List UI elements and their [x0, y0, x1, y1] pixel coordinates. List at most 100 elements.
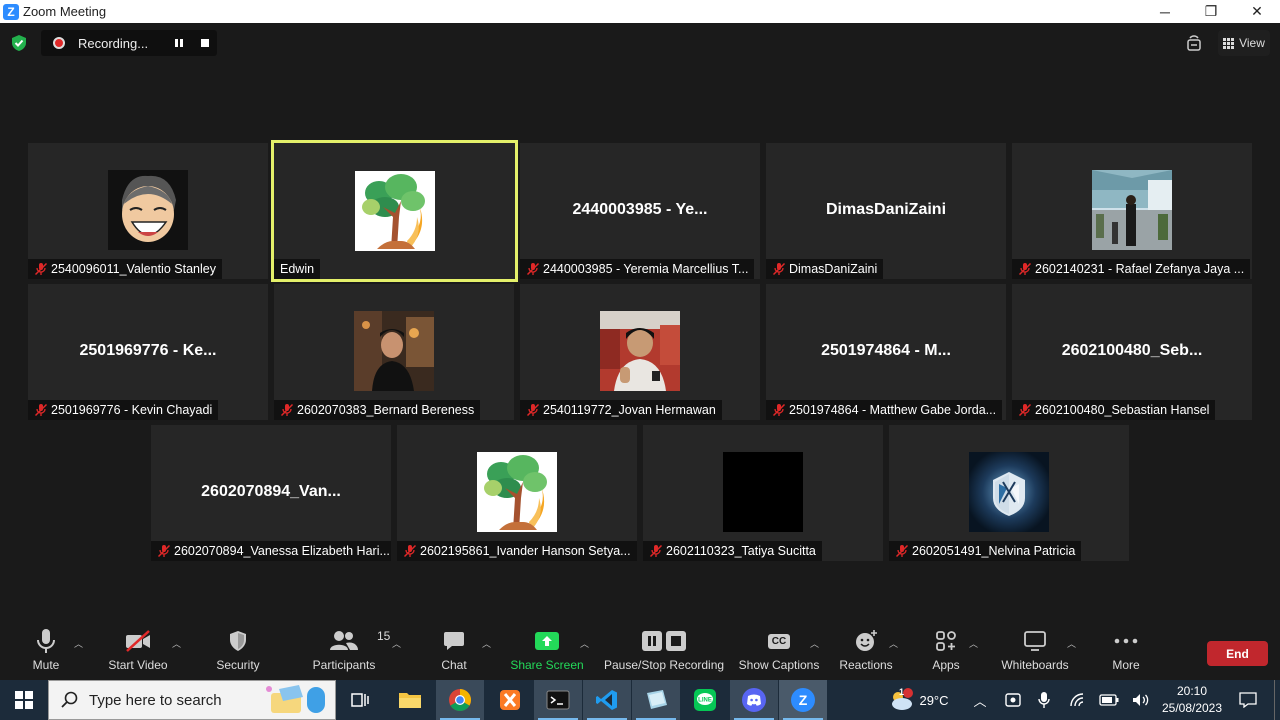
- mic-muted-icon: [157, 544, 171, 558]
- tray-battery-button[interactable]: [1098, 680, 1120, 720]
- tray-app-button[interactable]: [1002, 680, 1024, 720]
- weather-widget[interactable]: 1 29°C: [882, 680, 954, 720]
- video-options-caret-icon[interactable]: ︿: [172, 637, 181, 650]
- chat-options-caret-icon[interactable]: ︿: [482, 637, 491, 650]
- tray-wifi-button[interactable]: [1068, 680, 1088, 720]
- participant-display-name: 2440003985 - Ye...: [572, 201, 708, 218]
- tray-microphone-icon: [1038, 692, 1050, 708]
- whiteboard-icon: [1024, 631, 1046, 651]
- terminal-app[interactable]: [534, 680, 582, 720]
- participant-tile[interactable]: 2540096011_Valentio Stanley: [28, 143, 268, 279]
- search-icon: [61, 691, 78, 708]
- minimize-button[interactable]: ─: [1142, 0, 1188, 23]
- chat-icon: [444, 632, 464, 650]
- participant-tile[interactable]: 2440003985 - Ye... 2440003985 - Yeremia M…: [520, 143, 760, 279]
- taskbar-search-box[interactable]: Type here to search: [48, 680, 336, 720]
- file-explorer-app[interactable]: [386, 680, 434, 720]
- zoom-app[interactable]: Z: [779, 680, 827, 720]
- microphone-icon: [37, 629, 55, 653]
- reactions-options-caret-icon[interactable]: ︿: [889, 637, 898, 650]
- participant-tile[interactable]: 2501969776 - Ke... 2501969776 - Kevin Cha…: [28, 284, 268, 420]
- svg-text:Z: Z: [799, 692, 808, 708]
- participants-options-caret-icon[interactable]: ︿: [392, 637, 401, 650]
- task-view-button[interactable]: [336, 680, 384, 720]
- close-button[interactable]: ✕: [1234, 0, 1280, 23]
- line-app[interactable]: LINE: [681, 680, 729, 720]
- window-titlebar: Z Zoom Meeting ─ ❐ ✕: [0, 0, 1280, 23]
- participant-name: Edwin: [280, 262, 315, 276]
- stop-recording-button[interactable]: [201, 39, 209, 47]
- reactions-button[interactable]: Reactions: [838, 625, 894, 680]
- show-desktop-button[interactable]: [1274, 680, 1280, 720]
- meeting-toolbar: Mute ︿ Start Video ︿ Security 15 Partici…: [0, 625, 1280, 680]
- mute-button[interactable]: Mute: [26, 625, 66, 680]
- participant-tile[interactable]: DimasDaniZaini DimasDaniZaini: [766, 143, 1006, 279]
- participant-tile[interactable]: 2602195861_Ivander Hanson Setya...: [397, 425, 637, 561]
- mic-muted-icon: [1018, 403, 1032, 417]
- pause-recording-button[interactable]: [175, 39, 183, 47]
- captions-cc-icon: CC: [767, 633, 791, 649]
- start-video-button[interactable]: Start Video: [104, 625, 172, 680]
- share-screen-button[interactable]: Share Screen: [510, 625, 584, 680]
- participant-tile[interactable]: 2602070383_Bernard Bereness: [274, 284, 514, 420]
- participant-tile[interactable]: 2602051491_Nelvina Patricia: [889, 425, 1129, 561]
- whiteboards-button[interactable]: Whiteboards: [996, 625, 1074, 680]
- vscode-icon: [596, 690, 617, 710]
- pause-stop-recording-label: Pause/Stop Recording: [603, 658, 725, 672]
- participant-name-label: 2602070383_Bernard Bereness: [274, 400, 481, 420]
- pause-stop-recording-button[interactable]: Pause/Stop Recording: [604, 625, 724, 680]
- participant-tile[interactable]: 2501974864 - M... 2501974864 - Matthew Ga…: [766, 284, 1006, 420]
- notes-icon: [647, 690, 667, 709]
- security-button[interactable]: Security: [214, 625, 262, 680]
- participant-tile[interactable]: 2602100480_Seb... 2602100480_Sebastian Ha…: [1012, 284, 1252, 420]
- participant-name: 2540096011_Valentio Stanley: [51, 262, 216, 276]
- participant-name-label: 2602195861_Ivander Hanson Setya...: [397, 541, 637, 561]
- show-hidden-icons-button[interactable]: ︿: [970, 680, 990, 720]
- mute-label: Mute: [32, 658, 60, 672]
- weather-temperature: 29°C: [919, 692, 949, 708]
- participant-name: 2602070894_Vanessa Elizabeth Hari...: [174, 544, 390, 558]
- whiteboards-options-caret-icon[interactable]: ︿: [1067, 637, 1076, 650]
- start-button[interactable]: [0, 680, 48, 720]
- notifications-button[interactable]: [1236, 680, 1260, 720]
- more-button[interactable]: More: [1106, 625, 1146, 680]
- chat-button[interactable]: Chat: [434, 625, 474, 680]
- start-video-label: Start Video: [108, 658, 168, 672]
- tray-microphone-button[interactable]: [1034, 680, 1054, 720]
- mic-muted-icon: [1018, 262, 1032, 276]
- participant-tile[interactable]: 2602140231 - Rafael Zefanya Jaya ...: [1012, 143, 1252, 279]
- mute-options-caret-icon[interactable]: ︿: [74, 637, 83, 650]
- participants-button[interactable]: 15 Participants: [310, 625, 391, 680]
- captions-options-caret-icon[interactable]: ︿: [810, 637, 819, 650]
- participant-tile[interactable]: 2602070894_Van... 2602070894_Vanessa Eliz…: [151, 425, 391, 561]
- encryption-shield-icon[interactable]: [10, 34, 28, 52]
- participant-tile[interactable]: Edwin: [271, 140, 518, 282]
- chat-label: Chat: [441, 658, 467, 672]
- participants-count: 15: [377, 629, 391, 643]
- participant-display-name: DimasDaniZaini: [825, 201, 947, 218]
- reactions-smiley-icon: [856, 630, 877, 651]
- view-button[interactable]: View: [1218, 30, 1270, 56]
- end-meeting-button[interactable]: End: [1207, 641, 1268, 666]
- share-screen-icon: [535, 632, 559, 650]
- participant-tile[interactable]: 2540119772_Jovan Hermawan: [520, 284, 760, 420]
- xampp-app[interactable]: [486, 680, 534, 720]
- participant-tile[interactable]: 2602110323_Tatiya Sucitta: [643, 425, 883, 561]
- taskbar-clock[interactable]: 20:10 25/08/2023: [1158, 683, 1226, 717]
- show-captions-button[interactable]: CC Show Captions: [737, 625, 821, 680]
- immersive-view-icon[interactable]: [1185, 34, 1203, 52]
- mic-muted-icon: [34, 262, 48, 276]
- discord-app[interactable]: [730, 680, 778, 720]
- notes-app[interactable]: [632, 680, 680, 720]
- apps-options-caret-icon[interactable]: ︿: [969, 637, 978, 650]
- participant-name-label: 2501969776 - Kevin Chayadi: [28, 400, 219, 420]
- vscode-app[interactable]: [583, 680, 631, 720]
- chrome-app[interactable]: [436, 680, 484, 720]
- svg-text:LINE: LINE: [698, 698, 712, 704]
- discord-icon: [742, 688, 766, 712]
- maximize-button[interactable]: ❐: [1188, 0, 1234, 23]
- share-options-caret-icon[interactable]: ︿: [580, 637, 589, 650]
- apps-button[interactable]: Apps: [926, 625, 966, 680]
- tray-volume-button[interactable]: [1130, 680, 1152, 720]
- window-title: Zoom Meeting: [23, 4, 107, 19]
